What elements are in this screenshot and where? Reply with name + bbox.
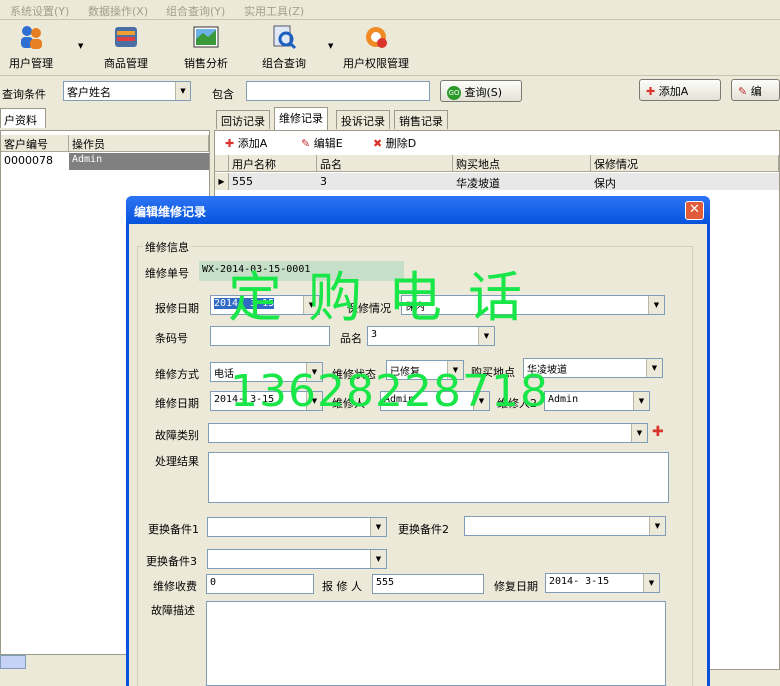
fault-type-select[interactable]: ▼	[208, 423, 648, 443]
table-row[interactable]: ▶ 555 3 华凌坡道 保内	[215, 173, 779, 190]
delete-icon: ✖	[373, 137, 383, 150]
menu-system-settings[interactable]: 系统设置(Y)	[10, 3, 69, 19]
part3-label: 更换备件3	[146, 555, 197, 568]
menu-data-operations[interactable]: 数据操作(X)	[88, 3, 148, 19]
query-search-button[interactable]: GO 查询(S)	[440, 80, 522, 102]
query-condition-select[interactable]: 客户姓名 ▼	[63, 81, 191, 101]
row-pointer-icon: ▶	[215, 173, 229, 190]
chevron-down-icon[interactable]: ▼	[643, 574, 659, 592]
column-header-operator[interactable]: 操作员	[69, 135, 209, 152]
part2-label: 更换备件2	[398, 523, 449, 536]
report-date-label: 报修日期	[155, 302, 199, 315]
query-icon	[271, 24, 297, 50]
part2-select[interactable]: ▼	[464, 516, 666, 536]
toolbar-combined-query-button[interactable]: 组合查询	[256, 24, 312, 71]
order-no-label: 维修单号	[145, 267, 189, 280]
plus-icon: ✚	[646, 85, 656, 98]
repair-mode-label: 维修方式	[155, 368, 199, 381]
toolbar-goods-management-button[interactable]: 商品管理	[98, 24, 154, 71]
close-icon[interactable]: ✕	[685, 201, 704, 220]
chevron-down-icon[interactable]: ▼	[370, 550, 386, 568]
reporter-label: 报 修 人	[322, 580, 362, 593]
chevron-down-icon[interactable]: ▼	[370, 518, 386, 536]
menu-bar: 系统设置(Y) 数据操作(X) 组合查询(Y) 实用工具(Z)	[0, 0, 780, 20]
watermark-phone-number: 13628228718	[230, 366, 549, 417]
result-label: 处理结果	[155, 455, 199, 468]
edit-button[interactable]: ✎ 编	[731, 79, 780, 101]
toolbar-user-management-button[interactable]: 用户管理	[4, 24, 58, 71]
fault-desc-textarea[interactable]	[206, 601, 666, 686]
fix-date-label: 修复日期	[494, 580, 538, 593]
part1-select[interactable]: ▼	[207, 517, 387, 537]
fee-input[interactable]: 0	[206, 574, 314, 594]
sub-add-button[interactable]: ✚ 添加A	[225, 135, 267, 151]
query-keyword-input[interactable]	[246, 81, 430, 101]
go-icon: GO	[447, 86, 461, 100]
dropdown-arrow-icon[interactable]: ▼	[78, 42, 83, 50]
chevron-down-icon[interactable]: ▼	[633, 392, 649, 410]
chevron-down-icon[interactable]: ▼	[648, 296, 664, 314]
part1-label: 更换备件1	[148, 523, 199, 536]
tab-complaint-records[interactable]: 投诉记录	[336, 110, 390, 129]
group-title: 维修信息	[143, 239, 191, 255]
sub-delete-button[interactable]: ✖ 删除D	[373, 135, 416, 151]
add-button[interactable]: ✚ 添加A	[639, 79, 721, 101]
tab-repair-records[interactable]: 维修记录	[274, 107, 328, 130]
toolbar-sales-analysis-button[interactable]: 销售分析	[178, 24, 234, 71]
column-header-warranty[interactable]: 保修情况	[591, 155, 779, 172]
repair-date-label: 维修日期	[155, 397, 199, 410]
product-label: 品名	[340, 332, 362, 345]
column-header-customer-no[interactable]: 客户编号	[1, 135, 69, 152]
fee-label: 维修收费	[153, 580, 197, 593]
chevron-down-icon[interactable]: ▼	[175, 82, 190, 100]
table-row[interactable]: 0000078 Admin	[1, 153, 209, 170]
result-textarea[interactable]	[208, 452, 669, 503]
barcode-label: 条码号	[155, 332, 188, 345]
watermark-order-hotline: 定购电话	[228, 266, 548, 329]
query-condition-label: 查询条件	[2, 88, 46, 101]
chart-icon	[193, 24, 219, 50]
permission-icon	[363, 24, 389, 50]
fix-date-picker[interactable]: 2014- 3-15 ▼	[545, 573, 660, 593]
fault-desc-label: 故障描述	[151, 604, 195, 617]
dialog-title: 编辑维修记录	[126, 196, 710, 224]
edit-icon: ✎	[738, 85, 748, 98]
contains-label: 包含	[212, 88, 234, 101]
sub-edit-button[interactable]: ✎ 编辑E	[301, 135, 343, 151]
column-header-purchase-place[interactable]: 购买地点	[453, 155, 591, 172]
column-header-user-name[interactable]: 用户名称	[229, 155, 317, 172]
tab-visit-records[interactable]: 回访记录	[216, 110, 270, 129]
tab-sales-records[interactable]: 销售记录	[394, 110, 448, 129]
reporter-input[interactable]: 555	[372, 574, 484, 594]
chevron-down-icon[interactable]: ▼	[631, 424, 647, 442]
toolbar-user-permission-button[interactable]: 用户权限管理	[340, 24, 412, 71]
scrollbar-thumb[interactable]	[0, 655, 26, 669]
left-panel-tab[interactable]: 户资料	[0, 108, 46, 128]
add-fault-type-plus-icon[interactable]: ✚	[652, 424, 664, 440]
users-icon	[18, 24, 44, 50]
dropdown-arrow-icon[interactable]: ▼	[328, 42, 333, 50]
plus-icon: ✚	[225, 137, 235, 150]
part3-select[interactable]: ▼	[207, 549, 387, 569]
goods-icon	[113, 24, 139, 50]
main-toolbar: 用户管理 ▼ 商品管理 销售分析 组合查询 ▼ 用户权限管理	[0, 20, 780, 76]
row-selector-header	[215, 155, 229, 172]
repairer2-select[interactable]: Admin ▼	[544, 391, 650, 411]
chevron-down-icon[interactable]: ▼	[646, 359, 662, 377]
chevron-down-icon[interactable]: ▼	[649, 517, 665, 535]
edit-icon: ✎	[301, 137, 311, 150]
fault-type-label: 故障类别	[155, 429, 199, 442]
menu-utilities[interactable]: 实用工具(Z)	[244, 3, 304, 19]
menu-combined-query[interactable]: 组合查询(Y)	[166, 3, 225, 19]
column-header-product[interactable]: 品名	[317, 155, 453, 172]
